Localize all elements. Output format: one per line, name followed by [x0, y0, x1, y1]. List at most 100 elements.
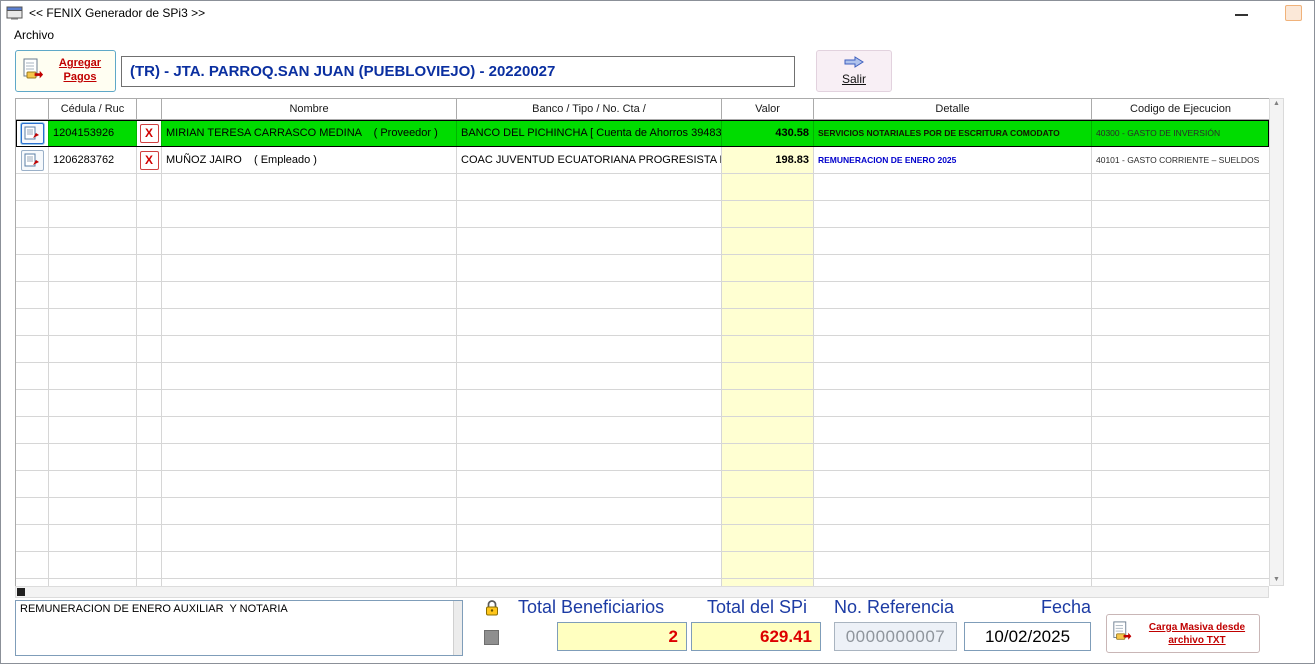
- scroll-up-icon[interactable]: ▲: [1273, 99, 1280, 109]
- cell-codigo: [1092, 552, 1269, 579]
- salir-button[interactable]: Salir: [816, 50, 892, 92]
- cell-row-button: [16, 363, 49, 390]
- cell-delete[interactable]: X: [137, 120, 162, 147]
- cell-cedula: [49, 336, 137, 363]
- cell-valor: [722, 579, 814, 586]
- cell-valor[interactable]: 430.58: [722, 120, 814, 147]
- cell-row-button: [16, 417, 49, 444]
- cell-row-button: [16, 525, 49, 552]
- cell-codigo: [1092, 444, 1269, 471]
- cell-row-button: [16, 309, 49, 336]
- cell-detalle: [814, 525, 1092, 552]
- cell-valor: [722, 174, 814, 201]
- cell-cedula: [49, 471, 137, 498]
- horizontal-scrollbar-thumb[interactable]: [17, 588, 25, 596]
- cell-banco: [457, 498, 722, 525]
- cell-codigo: [1092, 309, 1269, 336]
- grid-body: 1204153926XMIRIAN TERESA CARRASCO MEDINA…: [15, 120, 1269, 586]
- cell-banco[interactable]: COAC JUVENTUD ECUATORIANA PROGRESISTA LT…: [457, 147, 722, 174]
- col-header-rowbutton: [16, 99, 49, 120]
- cell-banco[interactable]: BANCO DEL PICHINCHA [ Cuenta de Ahorros …: [457, 120, 722, 147]
- cell-detalle: [814, 228, 1092, 255]
- cell-cedula[interactable]: 1204153926: [49, 120, 137, 147]
- cell-row-button: [16, 282, 49, 309]
- cell-delete: [137, 309, 162, 336]
- cell-banco: [457, 390, 722, 417]
- empty-table-row: [16, 363, 1269, 390]
- scroll-down-icon[interactable]: ▼: [1273, 575, 1280, 585]
- fecha-field[interactable]: [964, 622, 1091, 651]
- cell-row-button[interactable]: [16, 120, 49, 147]
- menu-item-archivo[interactable]: Archivo: [10, 26, 58, 44]
- cell-valor: [722, 363, 814, 390]
- cell-banco: [457, 174, 722, 201]
- carga-masiva-button[interactable]: Carga Masiva desde archivo TXT: [1106, 614, 1260, 653]
- cell-valor: [722, 309, 814, 336]
- cell-banco: [457, 417, 722, 444]
- row-edit-button[interactable]: [21, 123, 44, 144]
- cell-row-button: [16, 498, 49, 525]
- cell-nombre: [162, 471, 457, 498]
- entity-field[interactable]: [121, 56, 795, 87]
- row-delete-button[interactable]: X: [140, 151, 159, 170]
- cell-codigo: [1092, 498, 1269, 525]
- cell-cedula: [49, 390, 137, 417]
- cell-banco: [457, 228, 722, 255]
- cell-cedula: [49, 498, 137, 525]
- cell-nombre: [162, 579, 457, 586]
- cell-cedula: [49, 444, 137, 471]
- cell-nombre[interactable]: MUÑOZ JAIRO ( Empleado ): [162, 147, 457, 174]
- cell-delete: [137, 228, 162, 255]
- cell-detalle: [814, 579, 1092, 586]
- cell-codigo[interactable]: 40101 - GASTO CORRIENTE – SUELDOS: [1092, 147, 1269, 174]
- cell-cedula[interactable]: 1206283762: [49, 147, 137, 174]
- titlebar: << FENIX Generador de SPi3 >>: [1, 1, 1314, 25]
- empty-table-row: [16, 282, 1269, 309]
- cell-cedula: [49, 552, 137, 579]
- app-window: << FENIX Generador de SPi3 >> Archivo Ag…: [0, 0, 1315, 664]
- cell-nombre: [162, 390, 457, 417]
- table-row: 1206283762XMUÑOZ JAIRO ( Empleado )COAC …: [16, 147, 1269, 174]
- cell-valor: [722, 444, 814, 471]
- cell-valor[interactable]: 198.83: [722, 147, 814, 174]
- cell-codigo: [1092, 363, 1269, 390]
- empty-table-row: [16, 444, 1269, 471]
- minimize-button[interactable]: [1235, 14, 1248, 16]
- row-delete-button[interactable]: X: [140, 124, 159, 143]
- cell-valor: [722, 525, 814, 552]
- cell-nombre[interactable]: MIRIAN TERESA CARRASCO MEDINA ( Proveedo…: [162, 120, 457, 147]
- cell-valor: [722, 201, 814, 228]
- cell-valor: [722, 228, 814, 255]
- cell-row-button: [16, 228, 49, 255]
- row-edit-button[interactable]: [21, 150, 44, 171]
- empty-table-row: [16, 498, 1269, 525]
- cell-detalle: [814, 201, 1092, 228]
- cell-nombre: [162, 552, 457, 579]
- cell-valor: [722, 282, 814, 309]
- cell-codigo[interactable]: 40300 - GASTO DE INVERSIÓN: [1092, 120, 1269, 147]
- carga-masiva-label: Carga Masiva desde archivo TXT: [1139, 621, 1255, 647]
- cell-detalle[interactable]: SERVICIOS NOTARIALES POR DE ESCRITURA CO…: [814, 120, 1092, 147]
- lock-icon[interactable]: [484, 599, 500, 616]
- cell-valor: [722, 255, 814, 282]
- cell-nombre: [162, 336, 457, 363]
- cell-nombre: [162, 498, 457, 525]
- cell-row-button[interactable]: [16, 147, 49, 174]
- cell-detalle: [814, 363, 1092, 390]
- col-header-delete: [137, 99, 162, 120]
- vertical-scrollbar[interactable]: ▲ ▼: [1269, 98, 1284, 586]
- cell-delete[interactable]: X: [137, 147, 162, 174]
- cell-cedula: [49, 525, 137, 552]
- empty-table-row: [16, 525, 1269, 552]
- agregar-pagos-button[interactable]: Agregar Pagos: [15, 50, 116, 92]
- cell-row-button: [16, 471, 49, 498]
- cell-detalle[interactable]: REMUNERACION DE ENERO 2025: [814, 147, 1092, 174]
- close-button[interactable]: [1285, 5, 1302, 21]
- referencia-field: [834, 622, 957, 651]
- total-spi-label: Total del SPi: [707, 597, 807, 618]
- memo-field[interactable]: REMUNERACION DE ENERO AUXILIAR Y NOTARIA: [15, 600, 463, 656]
- col-header-codigo: Codigo de Ejecucion: [1092, 99, 1270, 120]
- cell-detalle: [814, 282, 1092, 309]
- cell-banco: [457, 309, 722, 336]
- cell-valor: [722, 498, 814, 525]
